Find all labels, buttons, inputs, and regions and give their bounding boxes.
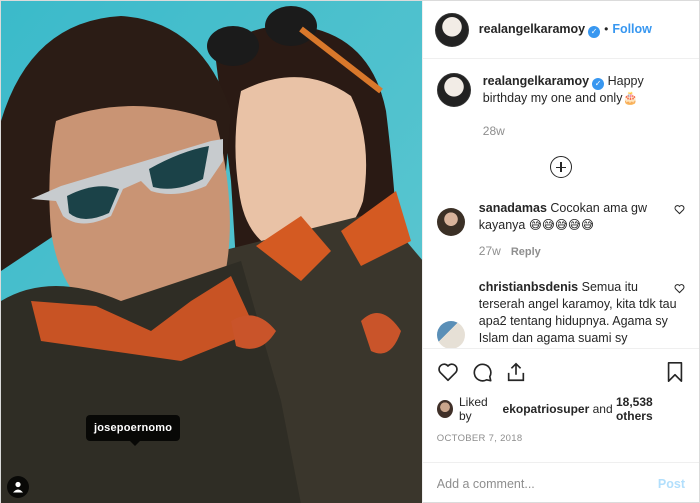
heart-icon[interactable] <box>674 204 685 215</box>
heart-icon[interactable] <box>674 283 685 294</box>
commenter-avatar[interactable] <box>436 321 465 348</box>
instagram-post: josepoernomo realangelkaramoy ✓ • Follow re… <box>0 0 700 503</box>
liker-username[interactable]: ekopatriosuper <box>503 402 590 416</box>
add-comment-bar: Post <box>422 462 699 503</box>
photo-illustration <box>1 1 422 503</box>
bookmark-icon[interactable] <box>665 361 685 383</box>
comment-item: christianbsdenis Semua itu terserah ange… <box>436 279 685 348</box>
post-comment-button[interactable]: Post <box>658 477 685 491</box>
likes-prefix: Liked by <box>458 395 488 423</box>
comment-body: christianbsdenis Semua itu terserah ange… <box>479 279 679 348</box>
author-username[interactable]: realangelkaramoy <box>479 22 585 36</box>
post-actions: Liked by ekopatriosuper and 18,538 other… <box>422 348 699 462</box>
comment-timestamp[interactable]: 27w <box>479 244 501 258</box>
likes-and: and <box>592 402 613 416</box>
comment-icon[interactable] <box>471 361 493 383</box>
comment-username[interactable]: christianbsdenis <box>479 280 578 294</box>
post-caption: realangelkaramoy ✓ Happy birthday my one … <box>436 73 685 140</box>
liker-avatar[interactable] <box>436 400 453 418</box>
likes-count[interactable]: 18,538 others <box>616 395 685 423</box>
comments-section[interactable]: realangelkaramoy ✓ Happy birthday my one … <box>423 59 699 348</box>
likes-row: Liked by ekopatriosuper and 18,538 other… <box>436 395 685 423</box>
verified-icon: ✓ <box>592 78 605 90</box>
header-meta: realangelkaramoy ✓ • Follow <box>479 22 652 38</box>
user-tag-label[interactable]: josepoernomo <box>86 415 181 446</box>
verified-icon: ✓ <box>588 25 601 38</box>
caption-timestamp[interactable]: 28w <box>483 123 685 140</box>
reply-button[interactable]: Reply <box>511 246 541 258</box>
user-tag-icon[interactable] <box>7 476 29 498</box>
post-photo[interactable]: josepoernomo <box>1 1 422 503</box>
caption-body: realangelkaramoy ✓ Happy birthday my one … <box>483 73 685 140</box>
comment-username[interactable]: sanadamas <box>479 201 547 215</box>
post-side-panel: realangelkaramoy ✓ • Follow realangelkaramo… <box>421 1 699 503</box>
share-icon[interactable] <box>505 361 527 383</box>
commenter-avatar[interactable] <box>436 208 465 236</box>
comment-item: sanadamas Cocokan ama gw kayanya 😅😅😅😅😅 2… <box>436 200 685 261</box>
author-avatar[interactable] <box>434 12 469 47</box>
action-icons-left <box>437 361 527 383</box>
plus-circle-icon[interactable] <box>549 156 572 178</box>
action-icons <box>437 359 685 385</box>
comment-meta: 27w Reply <box>479 243 679 261</box>
separator-dot: • <box>604 21 609 36</box>
comment-input[interactable] <box>436 476 658 491</box>
caption-avatar[interactable] <box>436 73 471 107</box>
post-date[interactable]: OCTOBER 7, 2018 <box>437 433 685 444</box>
heart-icon[interactable] <box>437 361 459 383</box>
post-header: realangelkaramoy ✓ • Follow <box>422 1 699 59</box>
caption-username[interactable]: realangelkaramoy <box>483 74 589 88</box>
comment-body: sanadamas Cocokan ama gw kayanya 😅😅😅😅😅 2… <box>479 200 679 261</box>
follow-button[interactable]: Follow <box>612 22 652 36</box>
